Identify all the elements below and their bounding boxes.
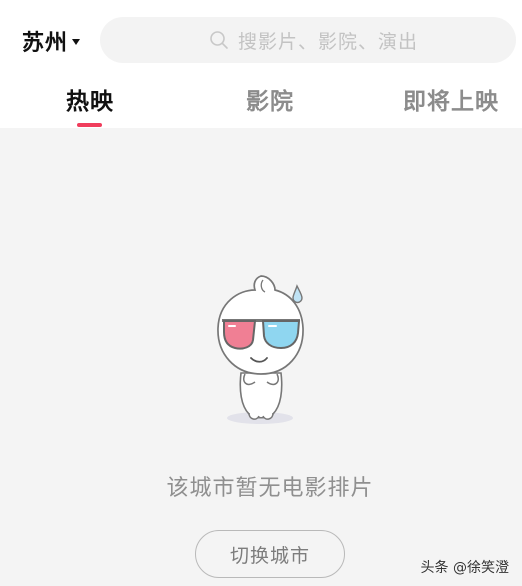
switch-city-button[interactable]: 切换城市 [195,530,345,578]
mascot-illustration [205,270,315,430]
app-root: 苏州 搜影片、影院、演出 热映 影院 即将上映 该城市暂无电影排片 切换城市 头… [0,0,522,586]
tab-coming-soon[interactable]: 即将上映 [403,82,499,134]
caret-down-icon [72,39,81,45]
active-tab-indicator [77,123,102,127]
city-name: 苏州 [22,31,69,56]
header: 苏州 搜影片、影院、演出 热映 影院 即将上映 [0,0,522,128]
empty-state-message: 该城市暂无电影排片 [166,476,374,501]
search-bar[interactable]: 搜影片、影院、演出 [100,17,516,63]
city-selector[interactable]: 苏州 [22,24,81,58]
search-icon [208,29,230,51]
watermark: 头条 @徐笑澄 [420,560,509,576]
tab-bar: 热映 影院 即将上映 [0,76,522,128]
tab-cinemas[interactable]: 影院 [246,82,294,134]
search-placeholder: 搜影片、影院、演出 [238,30,419,53]
